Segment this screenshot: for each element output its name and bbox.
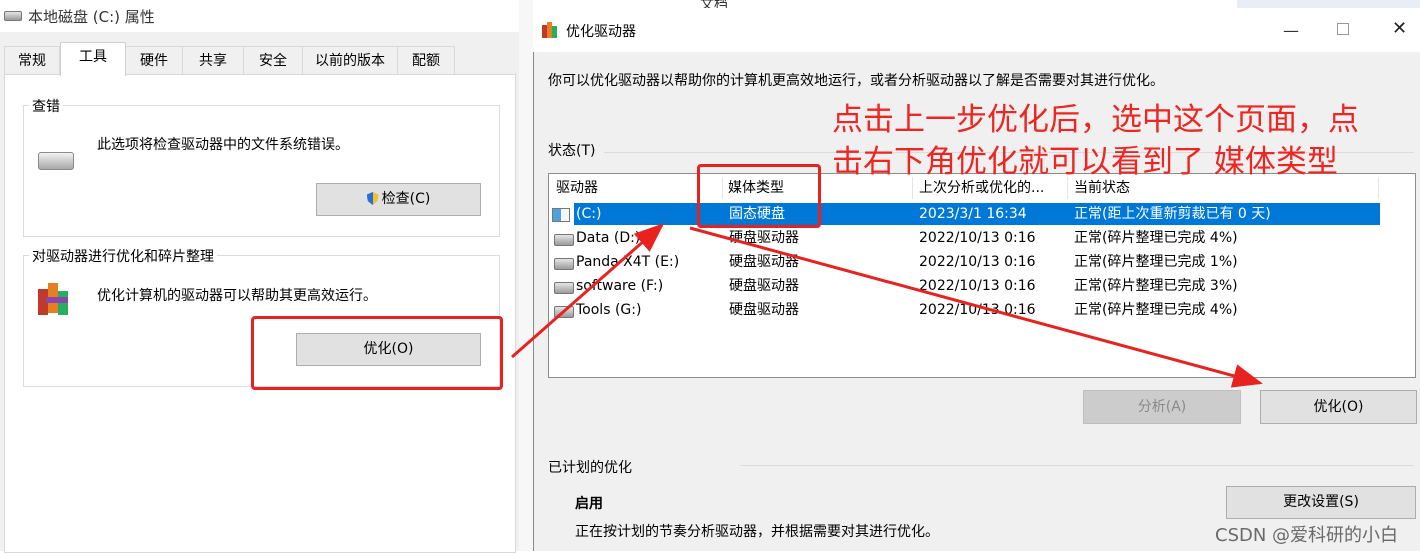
watermark: CSDN @爱科研的小白 [1215, 525, 1399, 546]
annotation-arrows [511, 223, 1263, 388]
arrow-to-optimize [689, 226, 1263, 388]
arrow-to-media-type [511, 223, 665, 359]
tab-tools[interactable]: 工具 [60, 42, 126, 76]
